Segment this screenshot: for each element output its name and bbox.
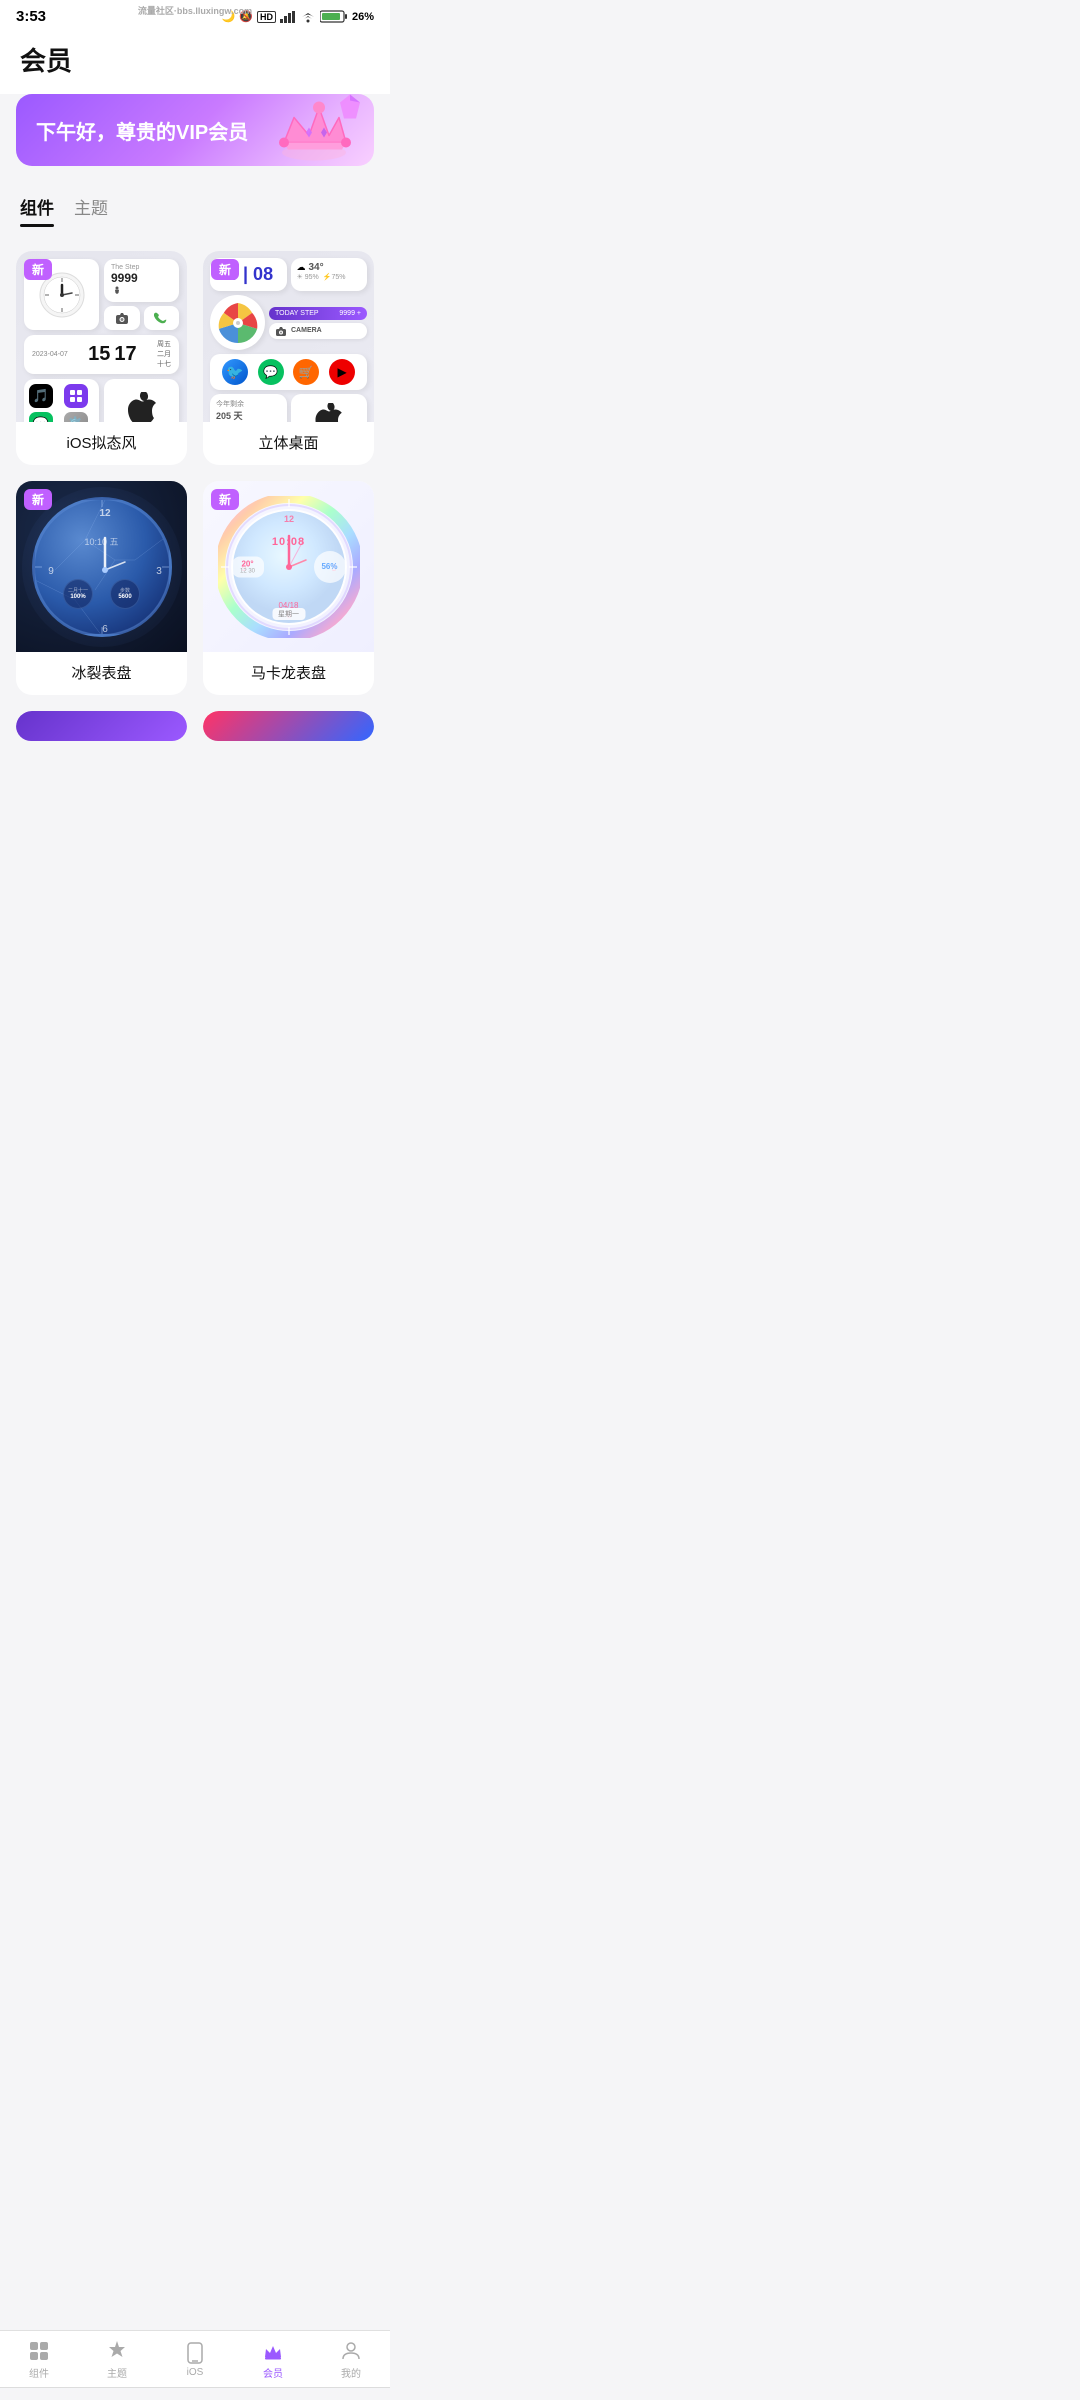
nav-widgets-label: 组件 [29,2365,49,2380]
vip-decoration [274,98,354,163]
tab-themes[interactable]: 主题 [74,194,108,227]
user-icon [339,2339,363,2363]
label-3d-desktop: 立体桌面 [203,422,374,465]
card-macaron-watch[interactable]: 12 3 6 9 10:08 [203,481,374,695]
card-ice-watch[interactable]: 12 3 6 9 [16,481,187,695]
nav-vip[interactable]: 会员 [248,2339,298,2380]
widgets-icon [27,2339,51,2363]
label-macaron-watch: 马卡龙表盘 [203,652,374,695]
svg-text:12: 12 [99,508,111,519]
ios-icon [183,2341,207,2365]
nav-widgets[interactable]: 组件 [14,2339,64,2380]
badge-ios-new: 新 [24,259,52,280]
label-ios-style: iOS拟态风 [16,422,187,465]
watermark: 流量社区·bbs.lluxingw.com [138,4,252,17]
nav-mine[interactable]: 我的 [326,2339,376,2380]
badge-3d-new: 新 [211,259,239,280]
nav-mine-label: 我的 [341,2365,361,2380]
card-ios-style[interactable]: The Step 9999 [16,251,187,465]
nav-vip-label: 会员 [263,2365,283,2380]
themes-icon [105,2339,129,2363]
vip-banner[interactable]: 下午好，尊贵的VIP会员 [16,94,374,166]
status-bar: 3:53 流量社区·bbs.lluxingw.com 🌙 🔕 HD 26% [0,0,390,29]
status-time: 3:53 [16,8,46,25]
badge-ice-new: 新 [24,489,52,510]
nav-ios[interactable]: iOS [170,2341,220,2378]
svg-text:6: 6 [102,624,108,635]
svg-text:3: 3 [156,566,162,577]
svg-text:9: 9 [48,566,54,577]
card-3d-desktop[interactable]: 08 | 08 ☁ 34° ☀ 95% ⚡75% [203,251,374,465]
crown-icon [261,2339,285,2363]
nav-ios-label: iOS [187,2367,204,2378]
vip-greeting: 下午好，尊贵的VIP会员 [36,116,248,145]
nav-themes-label: 主题 [107,2365,127,2380]
widget-grid: The Step 9999 [0,235,390,711]
svg-text:12: 12 [283,514,293,524]
badge-macaron-new: 新 [211,489,239,510]
system-nav [0,2387,390,2400]
tabs-bar: 组件 主题 [0,182,390,227]
nav-themes[interactable]: 主题 [92,2339,142,2380]
tab-widgets[interactable]: 组件 [20,194,54,227]
label-ice-watch: 冰裂表盘 [16,652,187,695]
partial-row [0,711,390,841]
header: 会员 [0,29,390,94]
page-title: 会员 [20,41,370,78]
